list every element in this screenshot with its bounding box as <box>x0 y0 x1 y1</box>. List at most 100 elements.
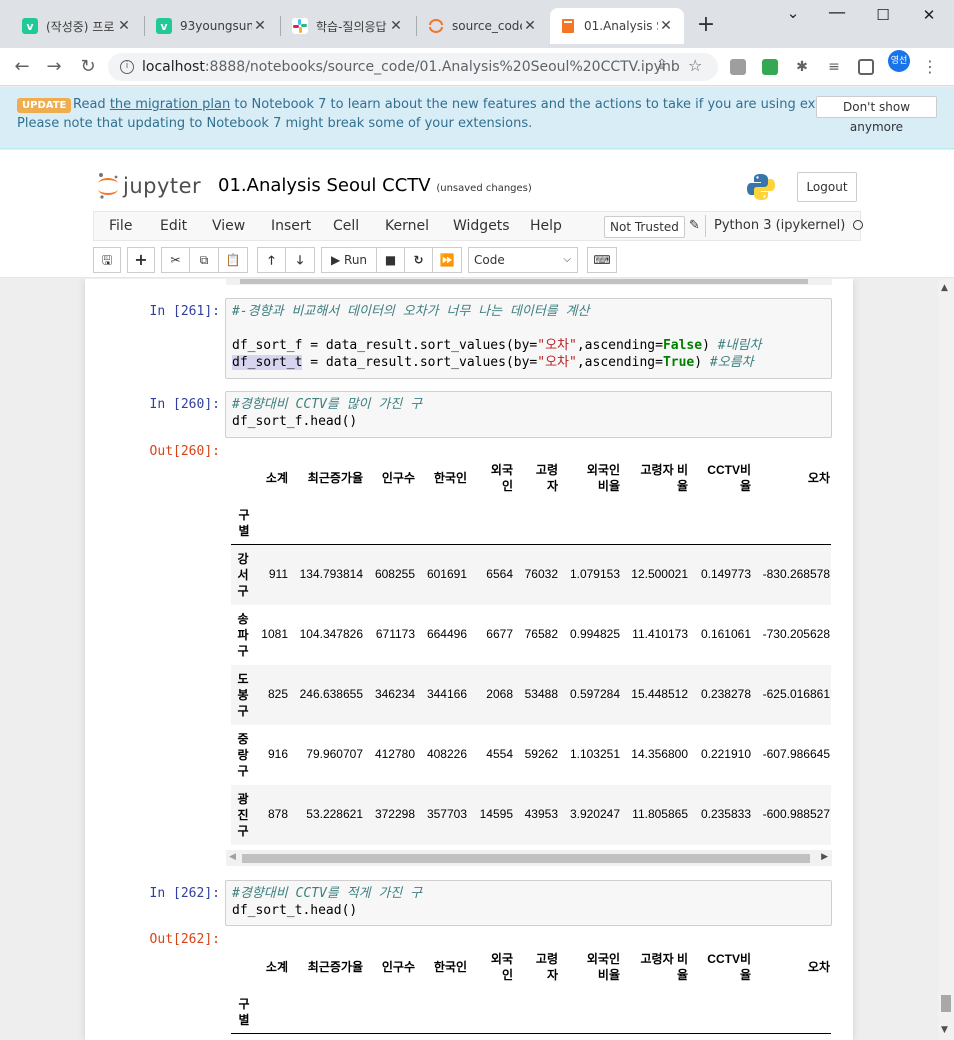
window-close-icon[interactable]: ✕ <box>914 6 944 24</box>
code-cell-input[interactable]: #-경향과 비교해서 데이터의 오차가 너무 나는 데이터를 계산 df_sor… <box>225 298 832 379</box>
column-header: 고령 자 <box>535 463 558 493</box>
insert-cell-icon[interactable]: + <box>127 247 155 273</box>
output-scrollbar[interactable] <box>226 279 832 285</box>
run-button[interactable]: ▶ Run <box>321 247 377 273</box>
move-down-icon[interactable]: 🡓 <box>285 247 315 273</box>
maximize-icon[interactable]: ☐ <box>868 6 898 24</box>
share-icon[interactable]: ⇪ <box>656 57 668 73</box>
divider <box>705 215 706 237</box>
dataframe-header: 소계 최근증가율 인구수 한국인 외국 인 고령 자 외국인 비율 고령자 비 율 CCTV비 율 오차 구 별 <box>231 449 831 545</box>
jupyter-header: jupyter 01.Analysis Seoul CCTV (unsaved … <box>0 150 954 278</box>
code-cell-input[interactable]: #경향대비 CCTV를 많이 가진 구 df_sort_f.head() <box>225 391 832 438</box>
paste-icon[interactable]: 📋 <box>218 247 248 273</box>
menu-file[interactable]: File <box>109 218 132 234</box>
browser-tab[interactable]: 학습-질의응답 ✕ <box>282 8 414 44</box>
move-up-icon[interactable]: 🡑 <box>257 247 286 273</box>
code-comment: #내림차 <box>717 338 762 353</box>
close-icon[interactable]: ✕ <box>116 18 132 34</box>
browser-tab[interactable]: source_code/ ✕ <box>418 8 548 44</box>
tab-title: 학습-질의응답 <box>316 19 387 34</box>
close-icon[interactable]: ✕ <box>522 18 538 34</box>
notebook-name[interactable]: 01.Analysis Seoul CCTV <box>218 175 431 196</box>
menu-edit[interactable]: Edit <box>160 218 187 234</box>
cut-icon[interactable]: ✂ <box>161 247 190 273</box>
cell-type-select[interactable]: Code ⌵ <box>468 247 578 273</box>
forward-icon[interactable]: → <box>42 56 66 78</box>
menu-view[interactable]: View <box>212 218 245 234</box>
table-cell: -600.988527 <box>762 807 830 821</box>
not-trusted-button[interactable]: Not Trusted <box>604 216 685 238</box>
pencil-icon[interactable]: ✎ <box>689 218 700 233</box>
extension-icon[interactable] <box>730 59 746 75</box>
menu-insert[interactable]: Insert <box>271 218 311 234</box>
media-icon[interactable]: ≡ <box>826 59 842 75</box>
new-tab-icon[interactable]: + <box>696 14 716 36</box>
scroll-down-icon[interactable]: ▼ <box>941 1025 948 1035</box>
scroll-thumb[interactable] <box>240 279 808 284</box>
scroll-right-icon[interactable]: ▶ <box>821 852 828 862</box>
velog-icon: v <box>22 18 38 34</box>
close-icon[interactable]: ✕ <box>388 18 404 34</box>
chevron-down-icon[interactable]: ⌄ <box>778 4 808 22</box>
puzzle-icon[interactable]: ✱ <box>794 59 810 75</box>
menu-help[interactable]: Help <box>530 218 562 234</box>
column-header: 외국 인 <box>490 463 513 493</box>
browser-tab[interactable]: v 93youngsun ✕ <box>146 8 278 44</box>
column-header: 최근증가율 <box>307 471 363 485</box>
close-icon[interactable]: ✕ <box>252 18 268 34</box>
table-cell: -730.205628 <box>762 627 830 641</box>
bookmark-star-icon[interactable]: ☆ <box>688 56 702 75</box>
code-string: "오차" <box>537 355 577 370</box>
back-icon[interactable]: ← <box>10 56 34 78</box>
avatar[interactable]: 영선 <box>888 50 910 72</box>
save-status: (unsaved changes) <box>436 183 532 194</box>
side-panel-icon[interactable] <box>858 59 874 75</box>
code-keyword: True <box>662 355 695 370</box>
column-header: 외국인 비율 <box>586 952 620 982</box>
menu-widgets[interactable]: Widgets <box>453 218 510 234</box>
page-scrollbar[interactable]: ▲ ▼ <box>938 279 954 1040</box>
kernel-name: Python 3 (ipykernel) <box>714 218 846 233</box>
menu-cell[interactable]: Cell <box>333 218 359 234</box>
code-comment: #경향대비 CCTV를 적게 가진 구 <box>232 886 423 901</box>
scroll-up-icon[interactable]: ▲ <box>941 283 948 293</box>
table-cell: 911 <box>268 567 288 581</box>
table-cell: 0.238278 <box>700 687 751 701</box>
scroll-left-icon[interactable]: ◀ <box>229 852 236 862</box>
browser-tab[interactable]: v (작성중) 프로 ✕ <box>12 8 142 44</box>
logout-button[interactable]: Logout <box>797 172 857 202</box>
browser-tab-active[interactable]: 01.Analysis S ✕ <box>550 8 684 44</box>
close-icon[interactable]: ✕ <box>658 18 674 34</box>
input-prompt: In [261]: <box>149 304 220 319</box>
more-icon[interactable]: ⋮ <box>922 59 938 75</box>
copy-icon[interactable]: ⧉ <box>189 247 219 273</box>
notebook-title[interactable]: 01.Analysis Seoul CCTV (unsaved changes) <box>218 175 532 196</box>
scroll-thumb[interactable] <box>941 995 951 1012</box>
keyboard-icon[interactable]: ⌨ <box>587 247 617 273</box>
table-row: 도 봉 구 825 246.638655 346234 344166 2068 53488 0.5… <box>231 665 831 725</box>
code-text: df_sort_t.head() <box>232 903 358 918</box>
jupyter-logo[interactable]: jupyter <box>97 172 201 200</box>
code-keyword: False <box>662 338 703 353</box>
info-icon[interactable]: i <box>120 60 134 74</box>
kernel-indicator[interactable]: Python 3 (ipykernel) <box>714 218 864 233</box>
menu-kernel[interactable]: Kernel <box>385 218 429 234</box>
tab-divider <box>280 16 281 36</box>
stop-icon[interactable]: ■ <box>376 247 405 273</box>
dont-show-anymore-button[interactable]: Don't show anymore <box>816 96 937 134</box>
tab-title: 93youngsun <box>180 19 252 33</box>
slack-icon <box>292 18 308 34</box>
extension-icon[interactable] <box>762 59 778 75</box>
migration-plan-link[interactable]: the migration plan <box>110 97 230 112</box>
table-cell: -607.986645 <box>762 747 830 761</box>
reload-icon[interactable]: ↻ <box>76 56 100 78</box>
minimize-icon[interactable]: — <box>822 2 852 23</box>
restart-icon[interactable]: ↻ <box>404 247 433 273</box>
column-header: 한국인 <box>433 471 467 485</box>
scroll-thumb[interactable] <box>242 854 810 863</box>
save-icon[interactable]: 🖫 <box>93 247 121 273</box>
code-cell-input[interactable]: #경향대비 CCTV를 적게 가진 구 df_sort_t.head() <box>225 880 832 926</box>
output-scrollbar[interactable]: ◀ ▶ <box>226 850 832 866</box>
fast-forward-icon[interactable]: ⏩ <box>432 247 462 273</box>
url-input[interactable]: i localhost:8888/notebooks/source_code/0… <box>108 53 718 81</box>
